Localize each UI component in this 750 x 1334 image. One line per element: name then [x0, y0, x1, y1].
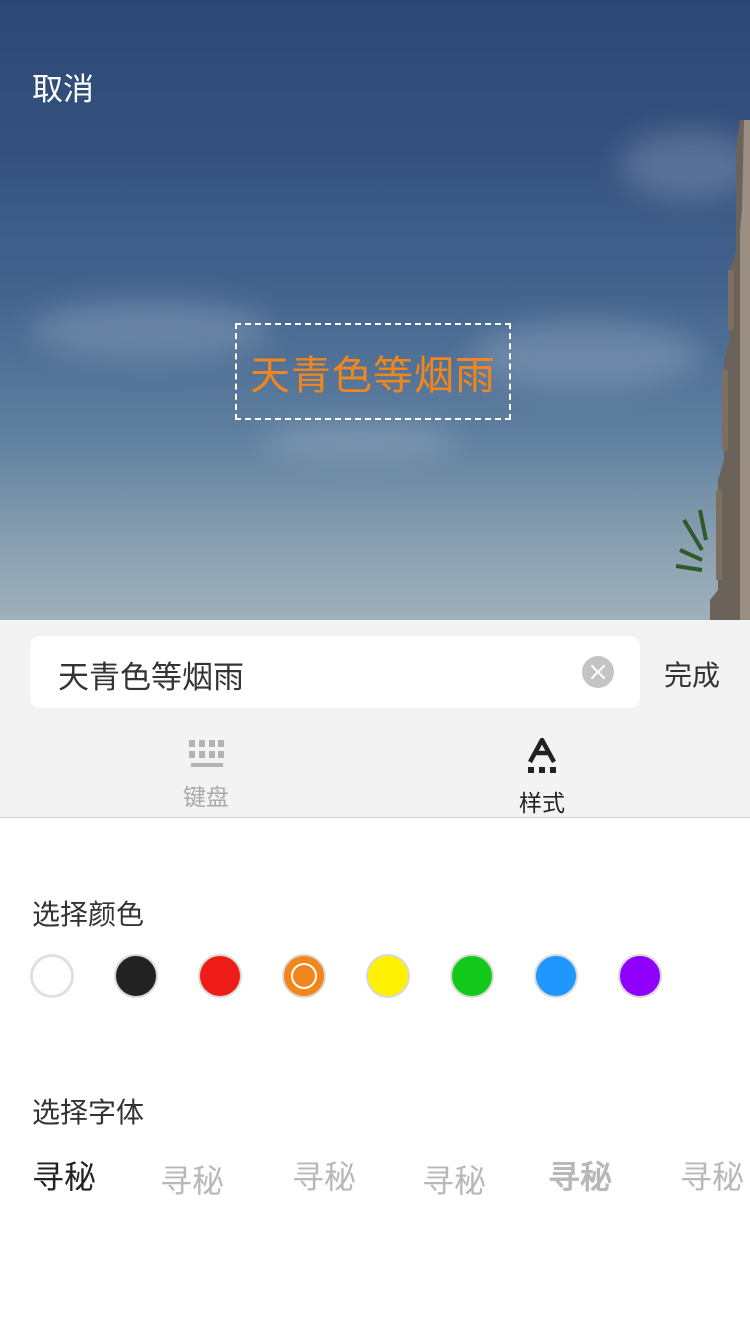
color-section-title: 选择颜色: [32, 898, 145, 931]
selected-ring: [291, 963, 317, 989]
done-button[interactable]: 完成: [664, 654, 720, 694]
tab-style-label: 样式: [519, 791, 565, 817]
building-image: [675, 120, 750, 620]
font-option[interactable]: 寻秘: [422, 1156, 486, 1202]
text-input[interactable]: 天青色等烟雨: [30, 636, 640, 708]
color-swatch[interactable]: [534, 954, 578, 998]
color-swatch[interactable]: [450, 954, 494, 998]
text-editor-panel: 天青色等烟雨 完成 键盘 样式: [0, 620, 750, 818]
color-swatch[interactable]: [114, 954, 158, 998]
font-option[interactable]: 寻秘: [32, 1152, 96, 1198]
font-option[interactable]: 寻秘: [160, 1156, 224, 1202]
keyboard-icon: [189, 740, 224, 767]
color-swatch[interactable]: [618, 954, 662, 998]
clear-icon[interactable]: [582, 656, 614, 688]
cloud: [30, 300, 270, 360]
photo-preview: 取消 天青色等烟雨: [0, 0, 750, 620]
cancel-button[interactable]: 取消: [32, 64, 94, 109]
color-swatch[interactable]: [30, 954, 74, 998]
color-swatch[interactable]: [282, 954, 326, 998]
font-option[interactable]: 寻秘: [548, 1152, 612, 1198]
text-overlay-box[interactable]: 天青色等烟雨: [235, 323, 511, 420]
text-input-value[interactable]: 天青色等烟雨: [58, 652, 244, 697]
text-style-icon: [528, 737, 556, 773]
font-section-title: 选择字体: [32, 1096, 145, 1129]
font-option[interactable]: 寻秘: [680, 1152, 750, 1198]
font-option[interactable]: 寻秘: [292, 1152, 356, 1198]
color-swatch[interactable]: [366, 954, 410, 998]
tab-keyboard[interactable]: 键盘: [156, 738, 256, 812]
tab-keyboard-label: 键盘: [183, 785, 229, 811]
text-overlay[interactable]: 天青色等烟雨: [250, 343, 496, 401]
color-swatch[interactable]: [198, 954, 242, 998]
cloud: [260, 420, 460, 460]
tab-style[interactable]: 样式: [492, 737, 592, 818]
